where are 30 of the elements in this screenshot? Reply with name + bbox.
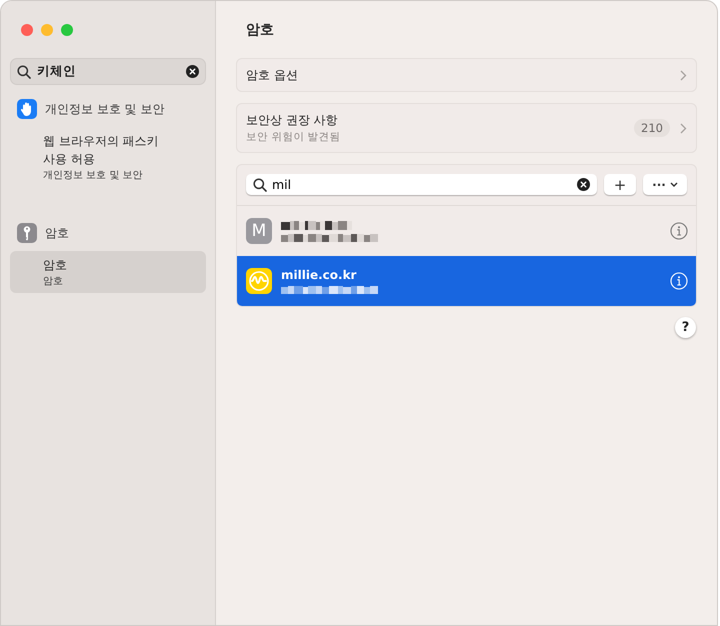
letter-avatar: M <box>246 218 272 244</box>
clear-icon[interactable] <box>577 178 590 191</box>
help-button[interactable]: ? <box>675 317 696 338</box>
chevron-right-icon <box>680 70 687 80</box>
account-row[interactable]: millie.co.kr <box>237 256 696 306</box>
search-field[interactable]: mil <box>246 174 597 195</box>
section-title: 개인정보 보호 및 보안 <box>45 100 164 118</box>
close-window-button[interactable] <box>21 24 33 36</box>
section-title: 암호 <box>45 224 69 242</box>
search-field[interactable]: 키체인 <box>10 58 206 85</box>
sidebar-item[interactable]: 암호 암호 <box>10 251 206 293</box>
wave-logo-icon <box>246 268 272 294</box>
search-icon <box>17 64 31 78</box>
redacted-text <box>281 220 352 230</box>
caret-icon <box>670 182 678 187</box>
add-button[interactable]: + <box>604 174 636 195</box>
account-title: millie.co.kr <box>281 268 358 282</box>
search-icon <box>253 178 267 192</box>
key-icon <box>17 223 37 243</box>
search-input[interactable]: 키체인 <box>37 64 180 79</box>
settings-row[interactable]: 암호 옵션 <box>236 58 697 92</box>
clear-icon[interactable] <box>186 65 199 78</box>
settings-row[interactable]: 보안상 권장 사항 보안 위험이 발견됨 210 <box>236 103 697 153</box>
hand-icon <box>17 99 37 119</box>
chevron-right-icon <box>680 122 687 134</box>
count-badge: 210 <box>634 119 670 137</box>
sidebar-item[interactable]: 웹 브라우저의 패스키 사용 허용 개인정보 보호 및 보안 <box>10 127 206 187</box>
page-title: 암호 <box>245 21 275 39</box>
info-icon[interactable] <box>670 222 688 240</box>
more-button[interactable]: ··· <box>643 174 687 195</box>
